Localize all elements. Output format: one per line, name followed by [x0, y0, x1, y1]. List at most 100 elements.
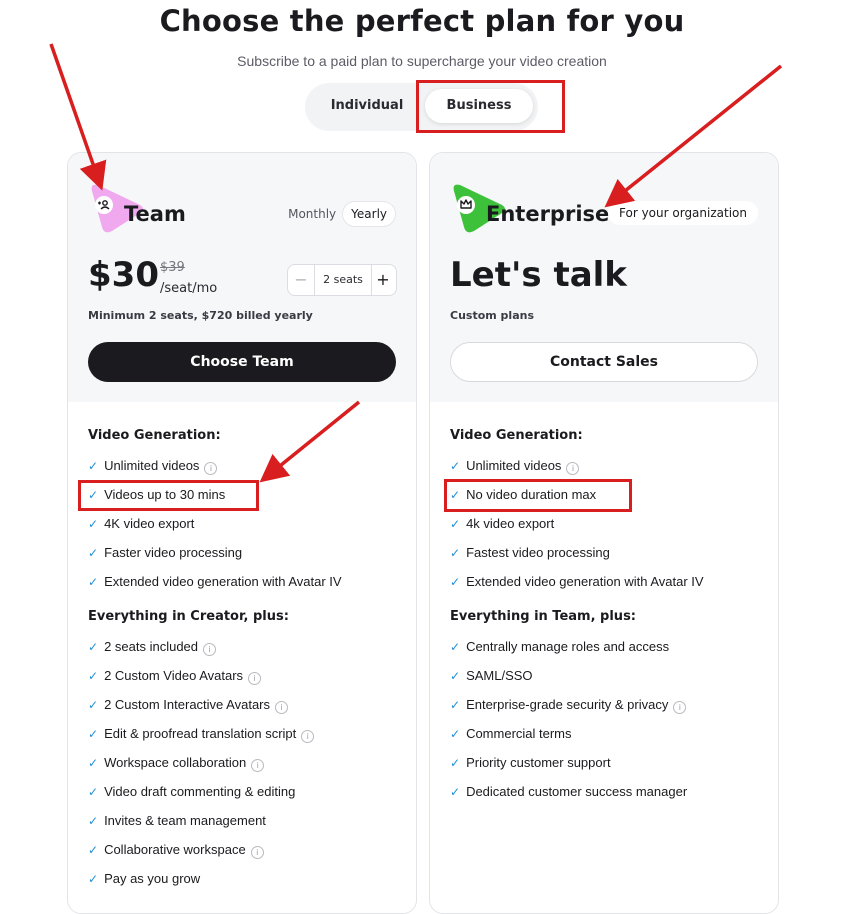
enterprise-note: Custom plans: [450, 309, 535, 322]
check-icon: ✓: [450, 698, 461, 712]
enterprise-feature-commercial-terms: ✓ Commercial terms: [450, 724, 572, 744]
enterprise-headline: Let's talk: [450, 255, 627, 295]
enterprise-section-title: Video Generation:: [450, 428, 583, 443]
decrease-seats-button[interactable]: −: [288, 265, 314, 295]
feature-label: Fastest video processing: [466, 545, 610, 560]
increase-seats-button[interactable]: +: [370, 265, 396, 295]
feature-label: Priority customer support: [466, 755, 611, 770]
team-price-unit: /seat/mo: [160, 281, 218, 296]
check-icon: ✓: [88, 575, 99, 589]
page-title: Choose the perfect plan for you: [159, 4, 685, 38]
check-icon: ✓: [450, 575, 461, 589]
team-feature-video-draft-commenting-editing: ✓ Video draft commenting & editing: [88, 782, 295, 802]
feature-label: Unlimited videos: [104, 458, 200, 473]
enterprise-feature-unlimited-videos: ✓ Unlimited videos i: [450, 456, 580, 476]
team-billing-note: Minimum 2 seats, $720 billed yearly: [88, 309, 313, 322]
enterprise-section-title: Everything in Team, plus:: [450, 609, 636, 624]
enterprise-plan-name: Enterprise: [486, 202, 610, 226]
check-icon: ✓: [450, 546, 461, 560]
team-feature-invites-team-management: ✓ Invites & team management: [88, 811, 266, 831]
team-section-title: Everything in Creator, plus:: [88, 609, 289, 624]
feature-label: Enterprise-grade security & privacy: [466, 697, 669, 712]
info-icon[interactable]: i: [203, 643, 217, 656]
check-icon: ✓: [450, 459, 461, 473]
feature-label: Unlimited videos: [466, 458, 562, 473]
enterprise-feature-saml-sso: ✓ SAML/SSO: [450, 666, 533, 686]
team-card-header: Team Monthly Yearly $30 $39 /seat/mo − 2 …: [68, 153, 416, 402]
enterprise-feature-enterprise-grade-security-privacy: ✓ Enterprise-grade security & privacy i: [450, 695, 687, 715]
check-icon: ✓: [88, 698, 99, 712]
enterprise-card-header: Enterprise For your organization Let's t…: [430, 153, 778, 402]
feature-label: Video draft commenting & editing: [104, 784, 296, 799]
check-icon: ✓: [88, 756, 99, 770]
team-feature-faster-video-processing: ✓ Faster video processing: [88, 543, 242, 563]
team-duration-highlight-box: [78, 480, 259, 511]
feature-label: 2 Custom Video Avatars: [104, 668, 244, 683]
check-icon: ✓: [88, 727, 99, 741]
billing-monthly[interactable]: Monthly: [288, 201, 336, 227]
check-icon: ✓: [88, 814, 99, 828]
feature-label: Commercial terms: [466, 726, 572, 741]
feature-label: Workspace collaboration: [104, 755, 247, 770]
contact-sales-button[interactable]: Contact Sales: [450, 342, 758, 382]
feature-label: 2 Custom Interactive Avatars: [104, 697, 271, 712]
feature-label: SAML/SSO: [466, 668, 533, 683]
toggle-individual[interactable]: Individual: [319, 89, 415, 123]
check-icon: ✓: [450, 640, 461, 654]
check-icon: ✓: [88, 669, 99, 683]
enterprise-duration-highlight-box: [444, 479, 632, 512]
info-icon[interactable]: i: [248, 672, 262, 685]
info-icon[interactable]: i: [566, 462, 580, 475]
enterprise-plan-card: Enterprise For your organization Let's t…: [429, 152, 779, 914]
info-icon[interactable]: i: [250, 846, 264, 859]
feature-label: 4K video export: [104, 516, 195, 531]
team-section-title: Video Generation:: [88, 428, 221, 443]
billing-period-toggle: Monthly Yearly: [288, 201, 396, 227]
team-feature-2-custom-video-avatars: ✓ 2 Custom Video Avatars i: [88, 666, 262, 686]
team-feature-pay-as-you-grow: ✓ Pay as you grow: [88, 869, 200, 889]
check-icon: ✓: [88, 785, 99, 799]
feature-label: Extended video generation with Avatar IV: [104, 574, 342, 589]
check-icon: ✓: [450, 756, 461, 770]
check-icon: ✓: [450, 727, 461, 741]
feature-label: Invites & team management: [104, 813, 266, 828]
team-plan-card: Team Monthly Yearly $30 $39 /seat/mo − 2 …: [67, 152, 417, 914]
team-feature-2-custom-interactive-avatars: ✓ 2 Custom Interactive Avatars i: [88, 695, 289, 715]
team-feature-edit-proofread-translation-script: ✓ Edit & proofread translation script i: [88, 724, 315, 744]
choose-team-button[interactable]: Choose Team: [88, 342, 396, 382]
feature-label: Centrally manage roles and access: [466, 639, 670, 654]
business-highlight-box: [416, 80, 565, 133]
info-icon[interactable]: i: [204, 462, 218, 475]
enterprise-feature-centrally-manage-roles-and-access: ✓ Centrally manage roles and access: [450, 637, 669, 657]
feature-label: 2 seats included: [104, 639, 199, 654]
feature-label: Faster video processing: [104, 545, 243, 560]
team-old-price: $39: [160, 260, 185, 275]
enterprise-feature-fastest-video-processing: ✓ Fastest video processing: [450, 543, 610, 563]
billing-yearly[interactable]: Yearly: [342, 201, 396, 227]
info-icon[interactable]: i: [673, 701, 687, 714]
check-icon: ✓: [88, 843, 99, 857]
feature-label: Dedicated customer success manager: [466, 784, 688, 799]
enterprise-feature-4k-video-export: ✓ 4k video export: [450, 514, 554, 534]
feature-label: Edit & proofread translation script: [104, 726, 297, 741]
check-icon: ✓: [88, 546, 99, 560]
info-icon[interactable]: i: [301, 730, 315, 743]
info-icon[interactable]: i: [251, 759, 265, 772]
feature-label: Pay as you grow: [104, 871, 201, 886]
team-feature-collaborative-workspace: ✓ Collaborative workspace i: [88, 840, 264, 860]
team-feature-workspace-collaboration: ✓ Workspace collaboration i: [88, 753, 265, 773]
seats-value: 2 seats: [314, 265, 372, 295]
check-icon: ✓: [88, 872, 99, 886]
team-feature-2-seats-included: ✓ 2 seats included i: [88, 637, 217, 657]
feature-label: 4k video export: [466, 516, 555, 531]
enterprise-feature-extended-video-generation-with-avatar-iv: ✓ Extended video generation with Avatar I…: [450, 572, 704, 592]
enterprise-feature-priority-customer-support: ✓ Priority customer support: [450, 753, 611, 773]
check-icon: ✓: [450, 517, 461, 531]
team-feature-extended-video-generation-with-avatar-iv: ✓ Extended video generation with Avatar I…: [88, 572, 342, 592]
info-icon[interactable]: i: [275, 701, 289, 714]
enterprise-badge: For your organization: [608, 201, 758, 225]
team-feature-4k-video-export: ✓ 4K video export: [88, 514, 194, 534]
check-icon: ✓: [88, 640, 99, 654]
page-subtitle: Subscribe to a paid plan to supercharge …: [237, 53, 607, 69]
feature-label: Extended video generation with Avatar IV: [466, 574, 704, 589]
